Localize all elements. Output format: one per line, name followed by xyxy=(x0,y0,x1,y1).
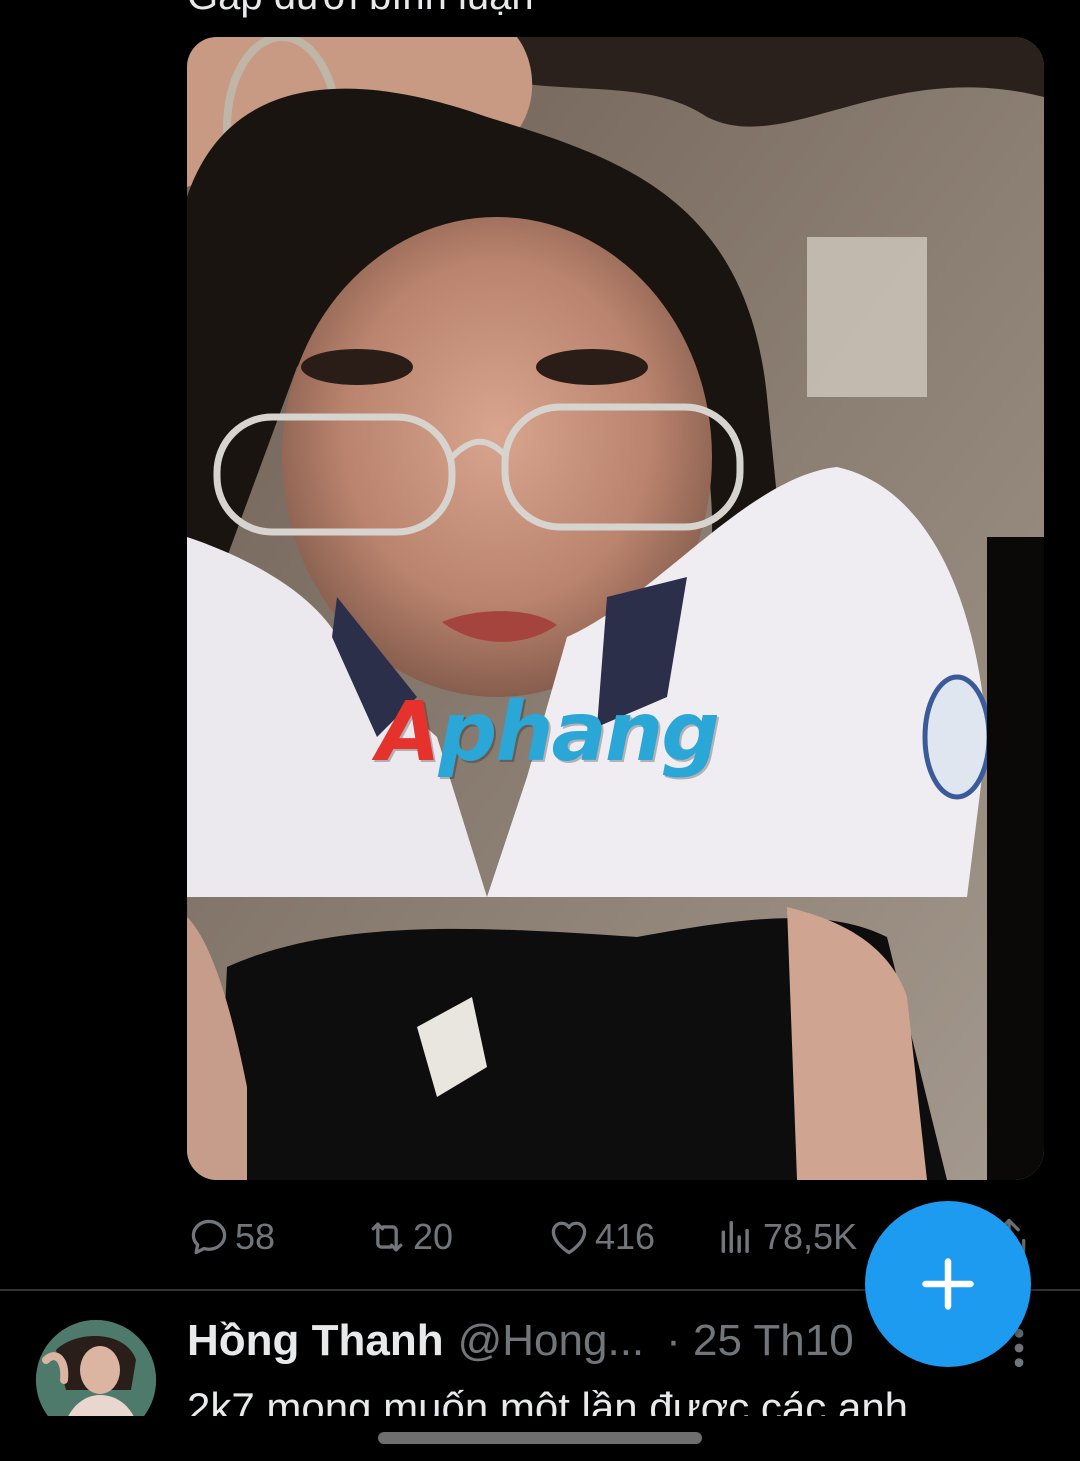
views-count: 78,5K xyxy=(763,1216,858,1257)
timeline-screen: Gáp dưới bình luận xyxy=(0,0,1080,1461)
tweet-photo[interactable]: Aphang xyxy=(187,37,1044,1180)
retweet-icon xyxy=(371,1222,403,1252)
like-button[interactable]: 416 xyxy=(547,1205,655,1269)
author-name[interactable]: Hồng Thanh xyxy=(187,1316,444,1366)
watermark-logo: Aphang xyxy=(377,685,720,780)
like-icon xyxy=(551,1221,587,1255)
plus-icon xyxy=(922,1258,974,1310)
reply-button[interactable]: 58 xyxy=(187,1205,275,1269)
retweet-button[interactable]: 20 xyxy=(365,1205,453,1269)
next-tweet-text: 2k7 mong muốn một lần được các anh xyxy=(187,1384,909,1416)
tweet-timestamp[interactable]: · 25 Th10 xyxy=(666,1316,854,1366)
reply-count: 58 xyxy=(235,1216,276,1257)
compose-tweet-button[interactable] xyxy=(865,1201,1031,1367)
author-handle[interactable]: @Hong... xyxy=(458,1316,645,1366)
retweet-count: 20 xyxy=(413,1216,454,1257)
views-button[interactable]: 78,5K xyxy=(717,1205,857,1269)
views-icon xyxy=(721,1221,749,1253)
like-count: 416 xyxy=(595,1216,656,1257)
photo-illustration xyxy=(187,37,1044,1180)
reply-icon xyxy=(191,1219,227,1255)
tweet-text: Gáp dưới bình luận xyxy=(187,0,534,20)
home-indicator[interactable] xyxy=(378,1432,702,1444)
